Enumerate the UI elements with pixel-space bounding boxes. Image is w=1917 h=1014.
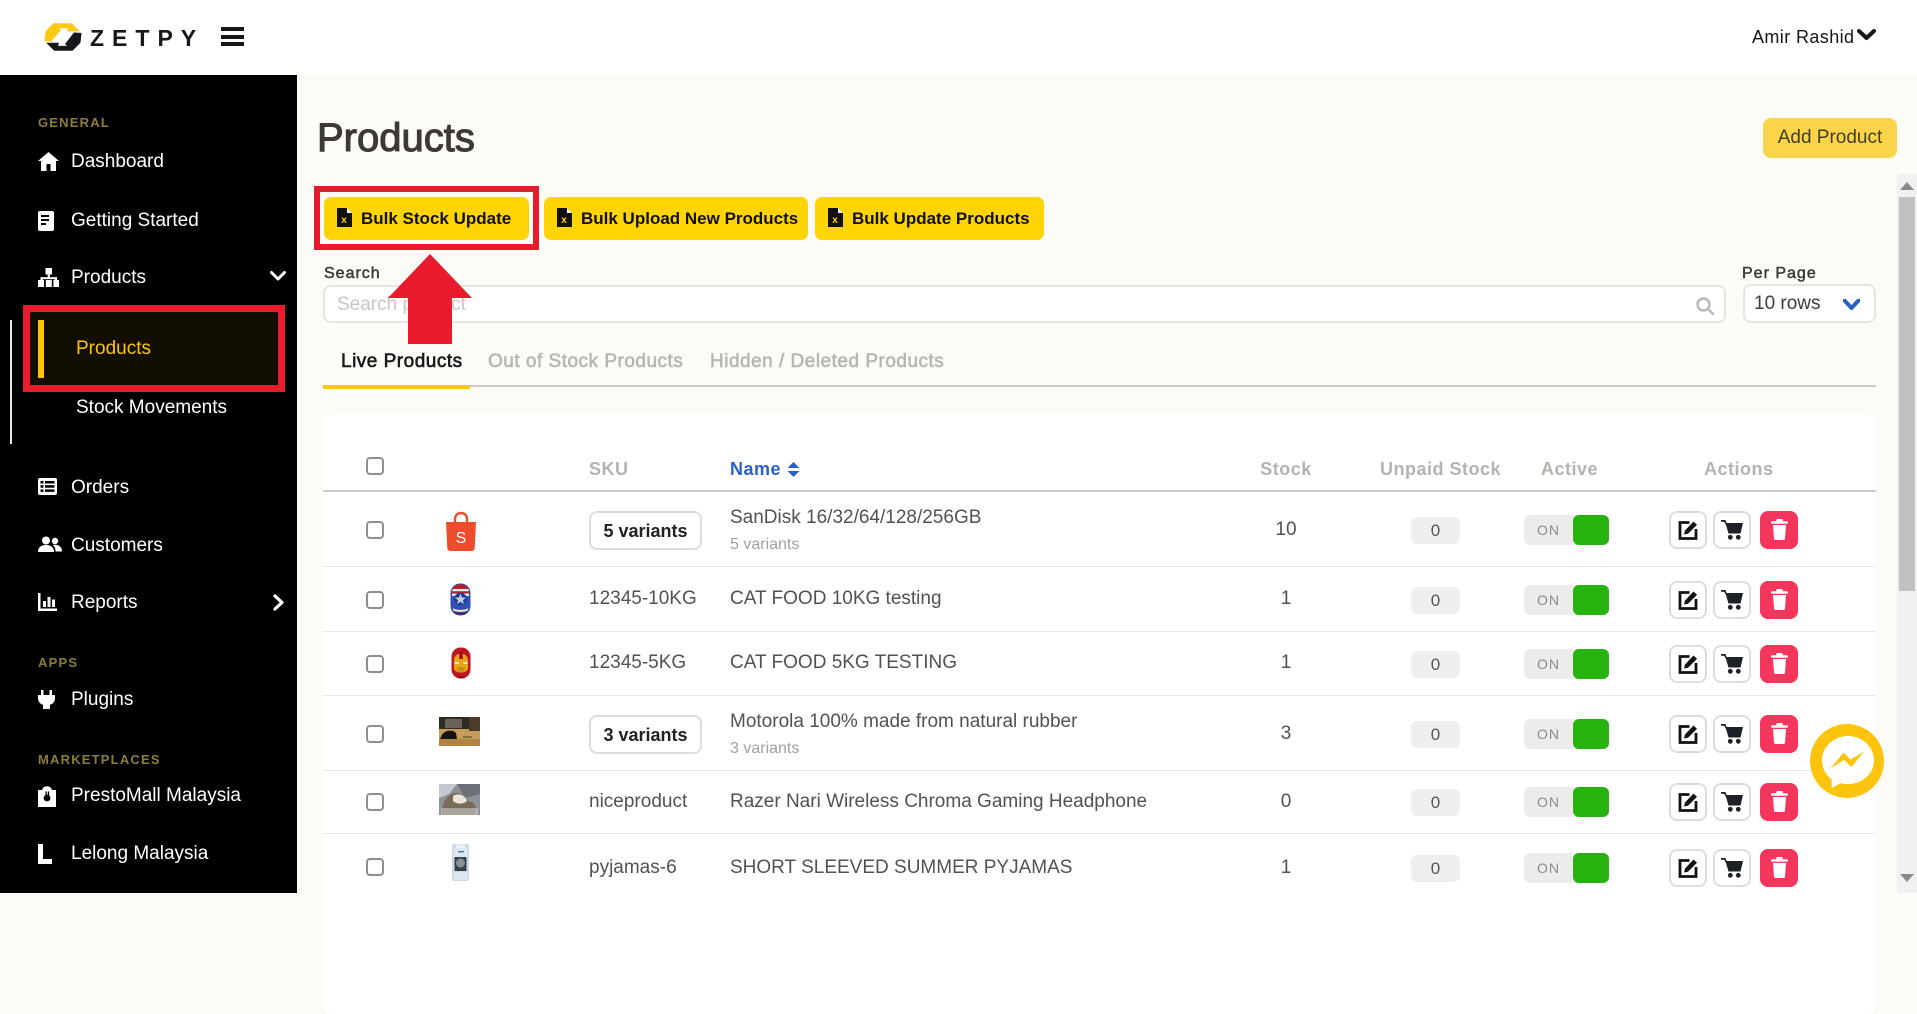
- svg-text:x: x: [341, 215, 347, 226]
- svg-text:x: x: [561, 215, 567, 226]
- svg-text:S: S: [456, 530, 467, 547]
- svg-text:x: x: [832, 215, 838, 226]
